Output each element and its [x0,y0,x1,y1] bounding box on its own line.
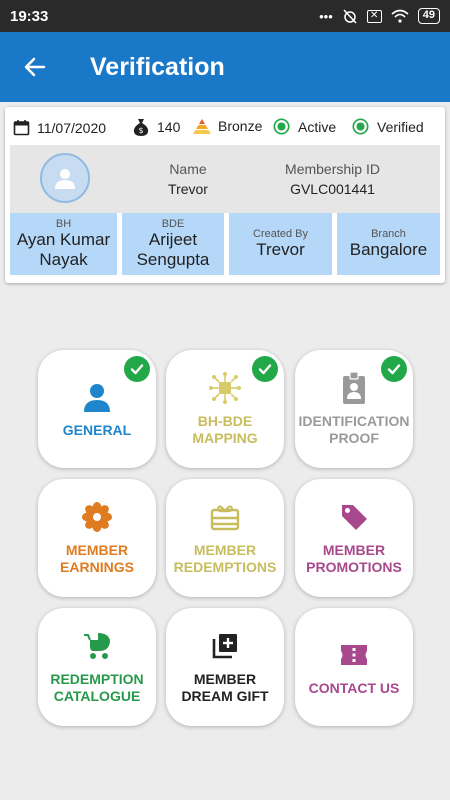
check-icon [381,356,407,382]
membership-id-label: Membership ID [285,161,380,177]
created-by-label: Created By [252,228,309,240]
stroller-icon [84,633,110,659]
tile-member-redemptions-label: MEMBER REDEMPTIONS [173,542,277,575]
membership-id-value: GVLC001441 [290,181,375,197]
calendar-icon [13,120,30,136]
flower-icon [82,502,112,532]
tier-pyramid-icon [193,119,211,134]
summary-status-verified: Verified [377,118,424,135]
tile-identification-proof-label: IDENTIFICATION PROOF [298,413,410,446]
id-badge-icon [343,371,365,404]
summary-status-active: Active [298,118,337,135]
user-icon [55,169,75,189]
person-icon [84,383,110,412]
arrow-left-icon [24,57,46,77]
tile-redemption-catalogue[interactable]: REDEMPTION CATALOGUE [38,608,156,726]
branch-label: Branch [371,228,406,240]
member-details: Name Trevor Membership ID GVLC001441 [10,145,440,213]
tile-member-redemptions[interactable]: MEMBER REDEMPTIONS [166,479,284,597]
tile-identification-proof[interactable]: IDENTIFICATION PROOF [295,350,413,468]
bh-value: Ayan Kumar Nayak [16,230,111,269]
created-by-value: Trevor [256,240,305,259]
alarm-off-icon [343,9,357,24]
page-title: Verification [90,52,225,81]
battery-icon: 49 [417,8,440,24]
summary-points: 140 [157,119,181,135]
branch-box: Branch Bangalore [337,213,440,275]
tile-redemption-catalogue-label: REDEMPTION CATALOGUE [50,671,144,704]
tile-general-label: GENERAL [62,421,132,438]
bde-value: Arijeet Sengupta [136,230,210,269]
verified-status-icon [352,118,369,135]
money-bag-icon: $ [133,119,149,136]
tile-member-promotions-label: MEMBER PROMOTIONS [306,542,402,575]
app-bar: Verification [0,32,450,102]
avatar [40,153,90,203]
add-to-collection-icon [212,634,237,659]
check-icon [252,356,278,382]
tile-member-earnings[interactable]: MEMBER EARNINGS [38,479,156,597]
name-field: Name Trevor [143,161,233,197]
tile-member-earnings-label: MEMBER EARNINGS [60,542,134,575]
bh-box: BH Ayan Kumar Nayak [10,213,117,275]
name-value: Trevor [168,181,208,197]
back-button[interactable] [0,32,70,102]
network-hub-icon [209,372,241,404]
ticket-icon [341,644,367,665]
tag-icon [342,505,367,530]
name-label: Name [169,161,207,177]
bh-label: BH [55,218,72,230]
bde-label: BDE [161,218,185,230]
membership-id-field: Membership ID GVLC001441 [265,161,400,197]
tile-contact-us[interactable]: CONTACT US [295,608,413,726]
tile-member-promotions[interactable]: MEMBER PROMOTIONS [295,479,413,597]
branch-value: Bangalore [349,240,428,259]
created-by-box: Created By Trevor [229,213,332,275]
summary-tier: Bronze [218,118,263,134]
check-icon [124,356,150,382]
gift-card-icon [210,505,240,531]
wifi-icon [391,9,409,23]
more-dots: ••• [319,8,333,24]
sim-off-icon: ✕ [366,9,382,23]
tile-bh-bde-mapping-label: BH-BDE MAPPING [192,413,258,446]
tile-member-dream-gift-label: MEMBER DREAM GIFT [181,671,269,704]
status-time: 19:33 [10,7,49,25]
tile-contact-us-label: CONTACT US [308,679,400,696]
tile-bh-bde-mapping[interactable]: BH-BDE MAPPING [166,350,284,468]
active-status-icon [273,118,290,135]
member-summary-card: 11/07/2020 $ 140 Bronze Active Verified … [5,107,445,283]
summary-info-row: 11/07/2020 $ 140 Bronze Active Verified [5,107,445,145]
bde-box: BDE Arijeet Sengupta [122,213,224,275]
status-icons: ••• ✕ 49 [319,8,440,24]
summary-date: 11/07/2020 [37,119,107,136]
tile-general[interactable]: GENERAL [38,350,156,468]
tile-member-dream-gift[interactable]: MEMBER DREAM GIFT [166,608,284,726]
status-bar: 19:33 ••• ✕ 49 [0,0,450,32]
svg-text:$: $ [138,126,143,135]
